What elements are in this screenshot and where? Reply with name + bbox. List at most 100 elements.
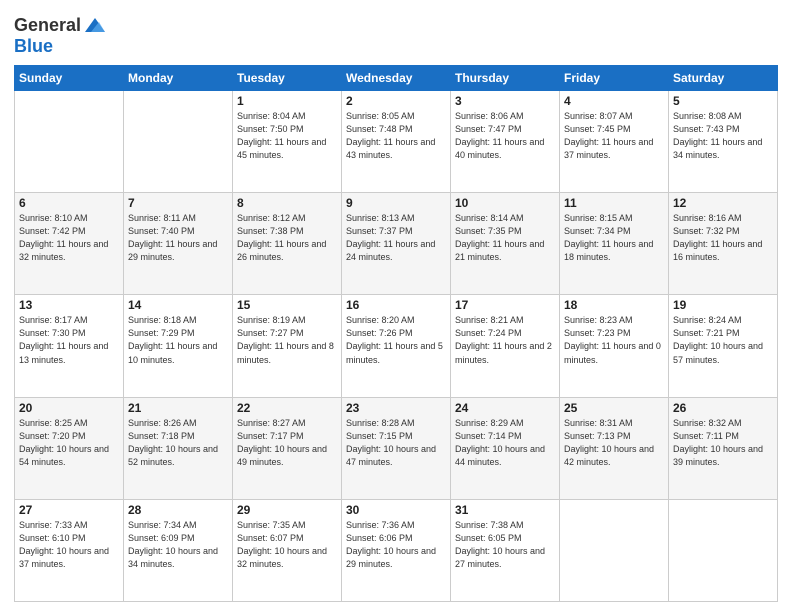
sunset-text: Sunset: 7:35 PM [455,225,555,238]
sunset-text: Sunset: 7:45 PM [564,123,664,136]
daylight-text: Daylight: 11 hours and 45 minutes. [237,136,337,162]
sunrise-text: Sunrise: 7:36 AM [346,519,446,532]
day-info: Sunrise: 8:24 AMSunset: 7:21 PMDaylight:… [673,314,773,366]
sunset-text: Sunset: 7:26 PM [346,327,446,340]
sunset-text: Sunset: 7:48 PM [346,123,446,136]
day-number: 24 [455,401,555,415]
day-info: Sunrise: 7:35 AMSunset: 6:07 PMDaylight:… [237,519,337,571]
calendar-cell: 11 Sunrise: 8:15 AMSunset: 7:34 PMDayligh… [560,193,669,295]
daylight-text: Daylight: 11 hours and 37 minutes. [564,136,664,162]
calendar-cell: 21Sunrise: 8:26 AMSunset: 7:18 PMDayligh… [124,397,233,499]
calendar-cell: 16Sunrise: 8:20 AMSunset: 7:26 PMDayligh… [342,295,451,397]
calendar-week-row: 13Sunrise: 8:17 AMSunset: 7:30 PMDayligh… [15,295,778,397]
daylight-text: Daylight: 10 hours and 32 minutes. [237,545,337,571]
calendar-cell: 5Sunrise: 8:08 AMSunset: 7:43 PMDaylight… [669,91,778,193]
day-number: 20 [19,401,119,415]
sunrise-text: Sunrise: 7:33 AM [19,519,119,532]
sunrise-text: Sunrise: 8:19 AM [237,314,337,327]
logo-icon [83,14,105,36]
sunset-text: Sunset: 7:47 PM [455,123,555,136]
day-number: 1 [237,94,337,108]
day-info: Sunrise: 8:12 AMSunset: 7:38 PMDaylight:… [237,212,337,264]
sunset-text: Sunset: 7:13 PM [564,430,664,443]
calendar-cell: 31Sunrise: 7:38 AMSunset: 6:05 PMDayligh… [451,499,560,601]
calendar-cell: 18Sunrise: 8:23 AMSunset: 7:23 PMDayligh… [560,295,669,397]
sunrise-text: Sunrise: 8:04 AM [237,110,337,123]
calendar-cell: 14Sunrise: 8:18 AMSunset: 7:29 PMDayligh… [124,295,233,397]
logo-blue-text: Blue [14,36,53,56]
day-info: Sunrise: 8:04 AMSunset: 7:50 PMDaylight:… [237,110,337,162]
day-number: 23 [346,401,446,415]
sunset-text: Sunset: 7:34 PM [564,225,664,238]
day-number: 15 [237,298,337,312]
day-info: Sunrise: 8:10 AMSunset: 7:42 PMDaylight:… [19,212,119,264]
day-number: 6 [19,196,119,210]
day-info: Sunrise: 7:36 AMSunset: 6:06 PMDaylight:… [346,519,446,571]
sunset-text: Sunset: 7:15 PM [346,430,446,443]
calendar-cell [15,91,124,193]
day-info: Sunrise: 7:38 AMSunset: 6:05 PMDaylight:… [455,519,555,571]
sunset-text: Sunset: 6:10 PM [19,532,119,545]
daylight-text: Daylight: 11 hours and 0 minutes. [564,340,664,366]
daylight-text: Daylight: 11 hours and 43 minutes. [346,136,446,162]
day-number: 30 [346,503,446,517]
daylight-text: Daylight: 10 hours and 42 minutes. [564,443,664,469]
day-info: Sunrise: 8:29 AMSunset: 7:14 PMDaylight:… [455,417,555,469]
day-number: 2 [346,94,446,108]
logo-general-text: General [14,15,81,36]
calendar-week-row: 1Sunrise: 8:04 AMSunset: 7:50 PMDaylight… [15,91,778,193]
calendar-cell: 22Sunrise: 8:27 AMSunset: 7:17 PMDayligh… [233,397,342,499]
sunrise-text: Sunrise: 8:05 AM [346,110,446,123]
page: General Blue Sunday Monday Tuesday [0,0,792,612]
calendar-cell [560,499,669,601]
calendar-cell: 1 Sunrise: 8:04 AMSunset: 7:50 PMDaylight… [233,91,342,193]
daylight-text: Daylight: 10 hours and 52 minutes. [128,443,228,469]
sunrise-text: Sunrise: 8:21 AM [455,314,555,327]
sunrise-text: Sunrise: 7:35 AM [237,519,337,532]
day-number: 19 [673,298,773,312]
day-info: Sunrise: 8:15 AMSunset: 7:34 PMDaylight:… [564,212,664,264]
calendar-cell: 10Sunrise: 8:14 AMSunset: 7:35 PMDayligh… [451,193,560,295]
day-info: Sunrise: 7:34 AMSunset: 6:09 PMDaylight:… [128,519,228,571]
calendar-cell: 20Sunrise: 8:25 AMSunset: 7:20 PMDayligh… [15,397,124,499]
day-number: 27 [19,503,119,517]
daylight-text: Daylight: 11 hours and 32 minutes. [19,238,119,264]
sunrise-text: Sunrise: 8:14 AM [455,212,555,225]
sunrise-text: Sunrise: 8:07 AM [564,110,664,123]
sunrise-text: Sunrise: 8:24 AM [673,314,773,327]
daylight-text: Daylight: 10 hours and 39 minutes. [673,443,773,469]
daylight-text: Daylight: 11 hours and 34 minutes. [673,136,773,162]
calendar-cell: 9Sunrise: 8:13 AMSunset: 7:37 PMDaylight… [342,193,451,295]
day-number: 10 [455,196,555,210]
sunset-text: Sunset: 6:06 PM [346,532,446,545]
sunrise-text: Sunrise: 8:29 AM [455,417,555,430]
sunset-text: Sunset: 7:50 PM [237,123,337,136]
sunset-text: Sunset: 6:09 PM [128,532,228,545]
calendar-table: Sunday Monday Tuesday Wednesday Thursday… [14,65,778,602]
sunset-text: Sunset: 7:24 PM [455,327,555,340]
day-number: 4 [564,94,664,108]
day-number: 5 [673,94,773,108]
sunset-text: Sunset: 6:05 PM [455,532,555,545]
th-tuesday: Tuesday [233,66,342,91]
daylight-text: Daylight: 10 hours and 27 minutes. [455,545,555,571]
day-number: 26 [673,401,773,415]
sunset-text: Sunset: 7:43 PM [673,123,773,136]
day-number: 8 [237,196,337,210]
calendar-cell [124,91,233,193]
daylight-text: Daylight: 11 hours and 26 minutes. [237,238,337,264]
daylight-text: Daylight: 11 hours and 40 minutes. [455,136,555,162]
day-info: Sunrise: 8:28 AMSunset: 7:15 PMDaylight:… [346,417,446,469]
day-number: 9 [346,196,446,210]
day-info: Sunrise: 8:11 AMSunset: 7:40 PMDaylight:… [128,212,228,264]
calendar-week-row: 6 Sunrise: 8:10 AMSunset: 7:42 PMDaylight… [15,193,778,295]
sunset-text: Sunset: 7:29 PM [128,327,228,340]
sunrise-text: Sunrise: 8:16 AM [673,212,773,225]
daylight-text: Daylight: 10 hours and 49 minutes. [237,443,337,469]
sunrise-text: Sunrise: 8:11 AM [128,212,228,225]
calendar-cell: 29Sunrise: 7:35 AMSunset: 6:07 PMDayligh… [233,499,342,601]
calendar-cell: 8 Sunrise: 8:12 AMSunset: 7:38 PMDaylight… [233,193,342,295]
day-info: Sunrise: 8:07 AMSunset: 7:45 PMDaylight:… [564,110,664,162]
day-info: Sunrise: 8:27 AMSunset: 7:17 PMDaylight:… [237,417,337,469]
day-number: 11 [564,196,664,210]
